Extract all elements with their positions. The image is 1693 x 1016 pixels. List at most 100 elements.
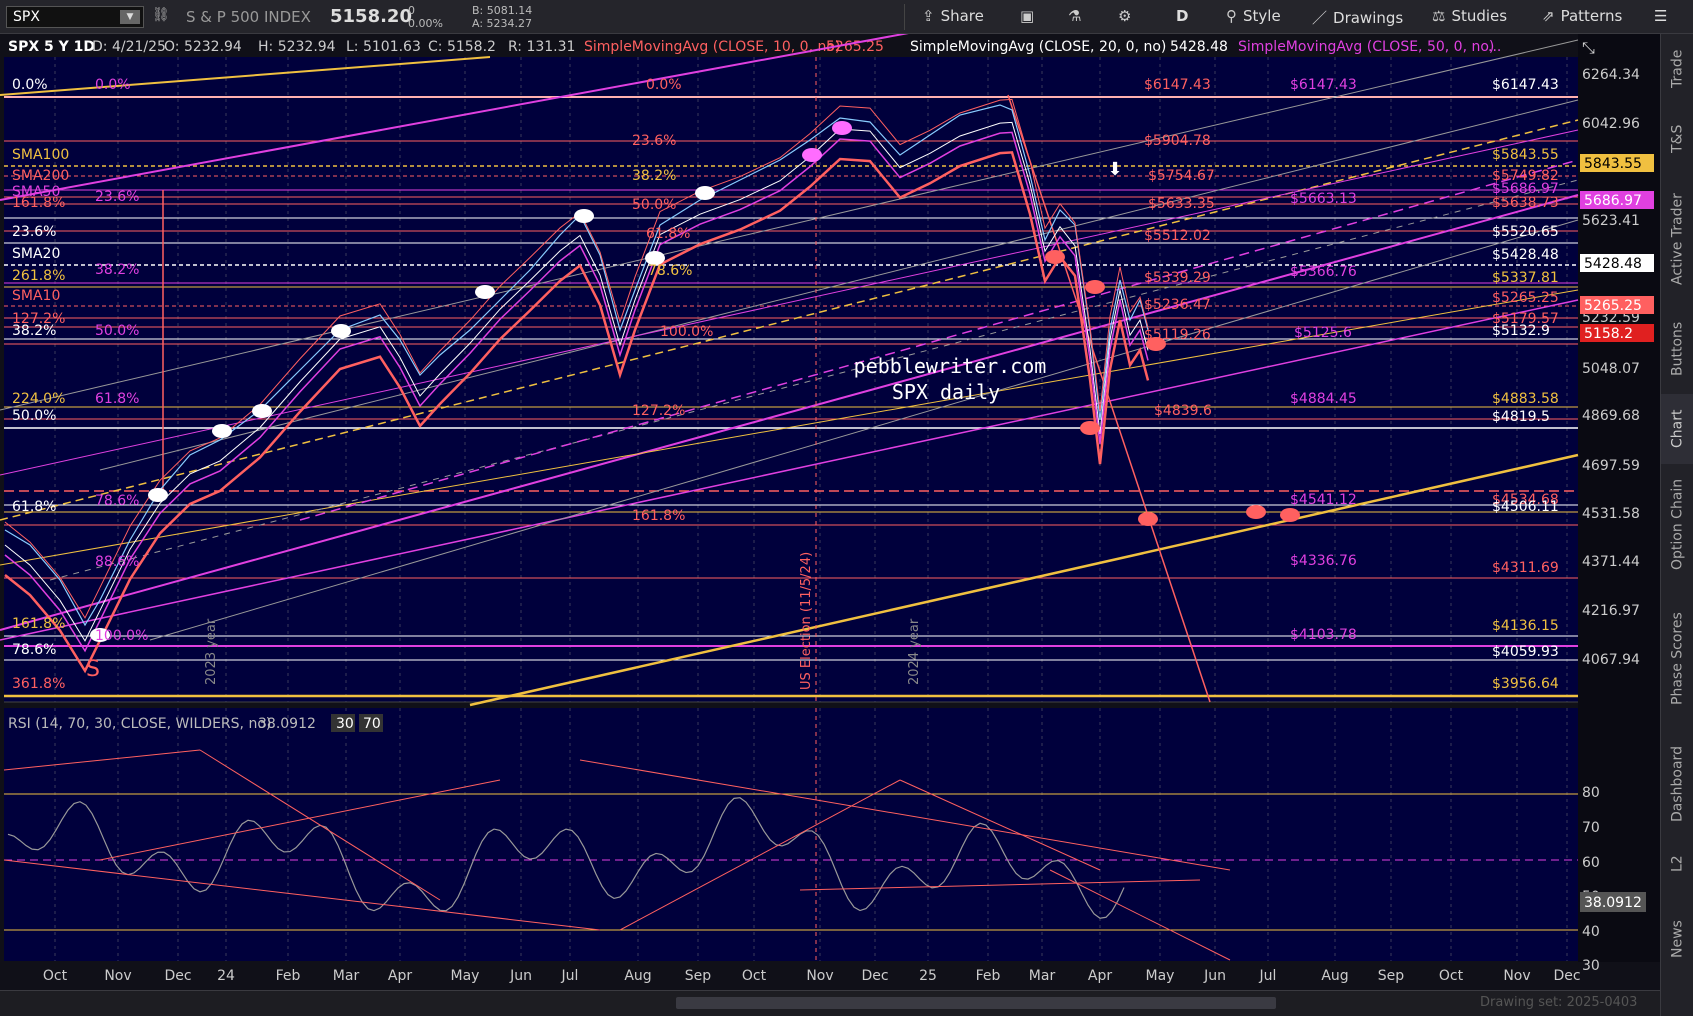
right-tab-option-chain[interactable]: Option Chain <box>1661 464 1693 584</box>
link-icon[interactable]: ⛓ <box>152 7 170 23</box>
legend-item: SimpleMovingAvg (CLOSE, 20, 0, no) <box>910 39 1166 55</box>
marker-oval <box>1045 250 1065 264</box>
fib-label-left: 50.0% <box>12 408 56 424</box>
time-axis-label: Oct <box>742 968 767 984</box>
price-axis-tick: 6264.34 <box>1582 67 1640 83</box>
right-tab-l2[interactable]: L2 <box>1661 834 1693 894</box>
style-icon: ⚲ <box>1226 7 1237 25</box>
fib-label-left: SMA20 <box>12 246 60 262</box>
level-label: $5265.25 <box>1492 290 1559 306</box>
level-label: $5339.29 <box>1144 270 1211 286</box>
symbol-dropdown-icon[interactable]: ▼ <box>120 10 140 24</box>
level-label: $6147.43 <box>1492 77 1559 93</box>
time-axis-label: Mar <box>333 968 360 984</box>
fib-label-left: SMA10 <box>12 288 60 304</box>
ask-value: A: 5234.27 <box>472 17 533 30</box>
level-label: $4819.5 <box>1492 409 1550 425</box>
fib-label-mid: 78.6% <box>648 263 692 279</box>
right-tab-active-trader[interactable]: Active Trader <box>1661 174 1693 304</box>
level-label: $5512.02 <box>1144 228 1211 244</box>
patterns-button[interactable]: ⇗ Patterns <box>1542 7 1622 25</box>
bottom-scrollbar[interactable]: Drawing set: 2025-0403 <box>0 990 1660 1016</box>
symbol-input[interactable]: SPX ▼ <box>6 6 144 28</box>
marker-oval <box>1085 280 1105 294</box>
level-label: $4103.78 <box>1290 627 1357 643</box>
change-value: 0 <box>408 4 415 17</box>
collapse-icon: ⤡ <box>1582 38 1595 57</box>
right-tab-buttons[interactable]: Buttons <box>1661 304 1693 394</box>
level-label: $4336.76 <box>1290 553 1357 569</box>
level-label: $5904.78 <box>1144 133 1211 149</box>
chart-area[interactable]: SPX 5 Y 1D D: 4/21/25 O: 5232.94 H: 5232.94… <box>0 34 1660 1010</box>
timeframe-button[interactable]: D <box>1176 7 1188 25</box>
year-label-2023: 2023 year <box>204 618 219 685</box>
menu-button[interactable]: ☰ <box>1654 7 1667 25</box>
chart-canvas[interactable]: SPX 5 Y 1DD: 4/21/25O: 5232.94 H: 5232.94… <box>0 34 1660 1010</box>
marker-oval <box>475 285 495 299</box>
time-axis-label: Aug <box>624 968 651 984</box>
right-tab-trade[interactable]: Trade <box>1661 34 1693 104</box>
time-axis-label: May <box>451 968 480 984</box>
price-axis-tick: 6042.96 <box>1582 116 1640 132</box>
right-tab-chart[interactable]: Chart <box>1661 394 1693 464</box>
fib-label-left: 0.0% <box>95 77 131 93</box>
marker-oval <box>832 121 852 135</box>
fib-label-left: 38.2% <box>95 262 139 278</box>
top-toolbar: SPX ▼ ⛓ S & P 500 INDEX 5158.20 0 0.00% B:… <box>0 0 1693 34</box>
price-tag-label: 5265.25 <box>1584 298 1642 314</box>
price-axis-tick: 4697.59 <box>1582 458 1640 474</box>
change-pct: 0.00% <box>408 17 443 30</box>
share-button[interactable]: ⇪ Share <box>922 7 984 25</box>
level-label: $4839.6 <box>1154 403 1212 419</box>
studies-label: Studies <box>1451 7 1508 25</box>
drawing-set-label: Drawing set: 2025-0403 <box>1480 995 1638 1010</box>
level-label: $4541.12 <box>1290 492 1357 508</box>
flask-button[interactable]: ⚗ <box>1068 7 1087 25</box>
marker-oval <box>1138 512 1158 526</box>
studies-button[interactable]: ⚖ Studies <box>1432 7 1507 25</box>
level-label: $5132.9 <box>1492 323 1550 339</box>
studies-icon: ⚖ <box>1432 7 1446 25</box>
legend-item: SimpleMovingAvg (CLOSE, 50, 0, no) <box>1238 39 1494 55</box>
rsi-hi: 70 <box>363 716 381 732</box>
time-axis-label: 25 <box>919 968 937 984</box>
level-label: $4883.58 <box>1492 391 1559 407</box>
right-tab-phase-scores[interactable]: Phase Scores <box>1661 584 1693 734</box>
rsi-lo: 30 <box>336 716 354 732</box>
right-tab-t-s[interactable]: T&S <box>1661 104 1693 174</box>
fib-label-mid: 127.2% <box>632 403 685 419</box>
fib-label-left: 78.6% <box>95 493 139 509</box>
time-axis-label: Feb <box>976 968 1001 984</box>
fib-label-left: 23.6% <box>95 189 139 205</box>
legend-item: L: 5101.63 <box>346 39 421 55</box>
fib-label-left: SMA100 <box>12 147 69 163</box>
time-axis-label: 24 <box>217 968 235 984</box>
level-label: $4506.11 <box>1492 499 1559 515</box>
legend-item: ... <box>1488 39 1501 55</box>
drawings-button[interactable]: ／ Drawings <box>1312 7 1403 28</box>
time-axis-label: May <box>1146 968 1175 984</box>
down-arrow-icon: ⬇ <box>1107 159 1122 180</box>
level-label: $4311.69 <box>1492 560 1559 576</box>
level-label: $5633.35 <box>1148 196 1215 212</box>
right-tab-news[interactable]: News <box>1661 894 1693 984</box>
style-button[interactable]: ⚲ Style <box>1226 7 1281 25</box>
level-label: $5754.67 <box>1148 168 1215 184</box>
price-panel <box>4 57 1578 702</box>
rsi-axis-tick: 70 <box>1582 820 1600 836</box>
rsi-axis-tick: 60 <box>1582 855 1600 871</box>
election-label: US Election (11/5/24) <box>799 552 814 690</box>
price-axis-tick: 4371.44 <box>1582 554 1640 570</box>
fib-label-left: 23.6% <box>12 224 56 240</box>
settings-button[interactable]: ⚙ <box>1118 7 1137 25</box>
bid-value: B: 5081.14 <box>472 4 533 17</box>
price-axis-tick: 4869.68 <box>1582 408 1640 424</box>
fib-label-left: 88.6% <box>95 554 139 570</box>
s-marker: S <box>86 657 100 682</box>
right-tab-dashboard[interactable]: Dashboard <box>1661 734 1693 834</box>
scroll-thumb[interactable] <box>676 997 1276 1009</box>
change-box: 0 0.00% <box>408 4 443 30</box>
snapshot-button[interactable]: ▣ <box>1020 7 1040 25</box>
fib-label-left: 361.8% <box>12 676 65 692</box>
rsi-label: RSI (14, 70, 30, CLOSE, WILDERS, no) <box>8 716 271 732</box>
